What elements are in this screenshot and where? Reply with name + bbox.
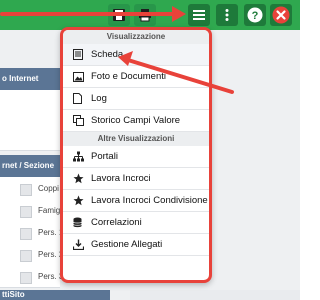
help-button[interactable]: ? [244,4,266,26]
download-icon [73,239,87,250]
file-icon [73,93,87,104]
save-button[interactable] [108,4,130,26]
menu-item-lavora-incroci-condivisione[interactable]: Lavora Incroci Condivisione [63,190,209,212]
menu-item-label: Scheda [91,49,124,60]
menu-item-label: Foto e Documenti [91,71,166,82]
database-icon [73,217,87,228]
menu-item-label: Portali [91,151,118,162]
menu-item-label: Storico Campi Valore [91,115,181,126]
menu-item-portali[interactable]: Portali [63,146,209,168]
toolbar: ? [0,0,300,30]
more-button[interactable] [216,4,238,26]
menu-item-scheda[interactable]: Scheda [63,44,209,66]
menu-item-label: Correlazioni [91,217,142,228]
save-icon [113,9,125,21]
list-item[interactable]: Pers. 3 [0,267,63,289]
checkbox[interactable] [20,228,32,240]
print-icon [139,9,151,22]
checkbox[interactable] [20,206,32,218]
checkbox[interactable] [20,272,32,284]
copy-icon [73,115,87,126]
close-icon [272,6,290,24]
checkbox[interactable] [20,250,32,262]
list-item[interactable]: Coppi [0,179,60,201]
star-icon [73,195,87,206]
document-icon [73,49,87,60]
menu-item-label: Log [91,93,107,104]
content-strip [130,290,300,300]
section-header-sezione: rnet / Sezione [0,155,60,177]
menu-section-header: Visualizzazione [63,30,209,44]
menu-item-log[interactable]: Log [63,88,209,110]
list-item-label: Famigl [38,206,63,215]
checkbox-list: Coppi Famigl Pers. 1 Pers. 2 Pers. 3 [0,177,63,289]
section-header-internet: o Internet [0,68,60,90]
list-item[interactable]: Pers. 2 [0,245,63,267]
checkbox[interactable] [20,184,32,196]
svg-text:?: ? [252,10,259,22]
menu-item-label: Gestione Allegati [91,239,163,250]
sitemap-icon [73,151,87,162]
list-item[interactable]: Pers. 1 [0,223,63,245]
menu-item-gestione-allegati[interactable]: Gestione Allegati [63,234,209,256]
menu-item-lavora-incroci[interactable]: Lavora Incroci [63,168,209,190]
view-dropdown-menu: Visualizzazione Scheda Foto e Documenti … [60,27,212,283]
menu-button[interactable] [188,4,210,26]
menu-item-foto-documenti[interactable]: Foto e Documenti [63,66,209,88]
star-icon [73,173,87,184]
menu-item-label: Lavora Incroci Condivisione [91,195,208,206]
menu-item-storico[interactable]: Storico Campi Valore [63,110,209,132]
more-vertical-icon [225,9,229,21]
help-icon: ? [247,7,263,23]
print-button[interactable] [134,4,156,26]
list-item-label: Coppi [38,184,59,193]
form-area [0,90,60,151]
image-icon [73,71,87,82]
list-item[interactable]: Famigl [0,201,63,223]
menu-item-label: Lavora Incroci [91,173,151,184]
menu-item-correlazioni[interactable]: Correlazioni [63,212,209,234]
close-button[interactable] [270,4,292,26]
hamburger-menu-icon [193,10,205,20]
section-header-bottom: ttiSito [0,290,110,300]
menu-section-header: Altre Visualizzazioni [63,132,209,146]
